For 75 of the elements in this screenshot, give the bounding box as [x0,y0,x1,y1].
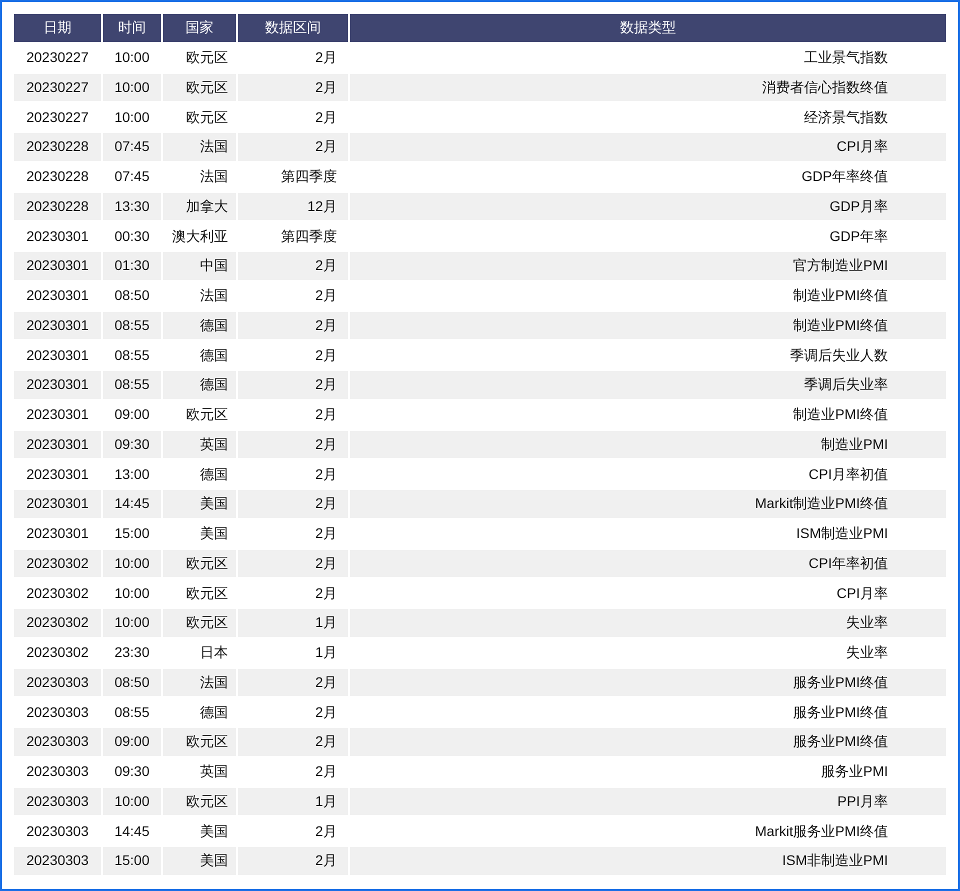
table-cell: 法国 [163,133,236,161]
column-header: 数据类型 [350,14,946,42]
table-cell: 中国 [163,252,236,280]
table-cell: 20230303 [14,728,101,756]
table-cell: 失业率 [350,609,946,637]
table-cell: 2月 [238,728,348,756]
table-cell: 2月 [238,74,348,102]
table-cell: 08:55 [103,312,161,340]
table-cell: 2月 [238,550,348,578]
table-cell: 2月 [238,371,348,399]
table-cell: 08:55 [103,371,161,399]
table-cell: 2月 [238,252,348,280]
table-cell: 欧元区 [163,788,236,816]
table-cell: 1月 [238,788,348,816]
table-cell: 12月 [238,192,348,220]
table-cell: 欧元区 [163,728,236,756]
table-cell: 20230302 [14,550,101,578]
table-cell: 10:00 [103,74,161,102]
table-cell: 欧元区 [163,550,236,578]
table-cell: 2月 [238,668,348,696]
table-cell: 10:00 [103,609,161,637]
table-cell: 09:00 [103,728,161,756]
column-header: 时间 [103,14,161,42]
table-cell: 季调后失业率 [350,371,946,399]
table-cell: 20230228 [14,133,101,161]
table-cell: 法国 [163,668,236,696]
table-cell: 英国 [163,430,236,458]
table-cell: 2月 [238,312,348,340]
table-cell: PPI月率 [350,788,946,816]
table-cell: 2月 [238,490,348,518]
table-cell: 2月 [238,430,348,458]
table-cell: ISM非制造业PMI [350,847,946,875]
table-cell: 2月 [238,847,348,875]
table-cell: 20230301 [14,312,101,340]
table-cell: 20230303 [14,668,101,696]
table-cell: 15:00 [103,847,161,875]
table-cell: 制造业PMI [350,430,946,458]
table-cell: 德国 [163,371,236,399]
table-cell: 20230301 [14,371,101,399]
table-cell: 消费者信心指数终值 [350,74,946,102]
table-cell: 欧元区 [163,609,236,637]
table-cell: 14:45 [103,490,161,518]
table-cell: 美国 [163,847,236,875]
table-cell: Markit制造业PMI终值 [350,490,946,518]
table-cell: 制造业PMI终值 [350,312,946,340]
column-header: 数据区间 [238,14,348,42]
column-header: 国家 [163,14,236,42]
table-cell: 20230227 [14,74,101,102]
table-cell: 德国 [163,312,236,340]
table-cell: 13:30 [103,192,161,220]
table-cell: 20230302 [14,609,101,637]
table-cell: 20230301 [14,430,101,458]
table-cell: 20230228 [14,192,101,220]
table-cell: 20230303 [14,847,101,875]
table-cell: 08:50 [103,668,161,696]
table-cell: 1月 [238,609,348,637]
table-cell: 官方制造业PMI [350,252,946,280]
table-cell: 服务业PMI终值 [350,668,946,696]
table-cell: 09:30 [103,430,161,458]
table-cell: 20230301 [14,252,101,280]
table-cell: CPI年率初值 [350,550,946,578]
table-cell: 20230303 [14,788,101,816]
table-cell: 欧元区 [163,74,236,102]
table-cell: CPI月率 [350,133,946,161]
table-cell: 10:00 [103,550,161,578]
table-cell: 20230301 [14,490,101,518]
table-cell: 美国 [163,490,236,518]
table-cell: GDP月率 [350,192,946,220]
table-cell: 07:45 [103,133,161,161]
table-cell: 10:00 [103,788,161,816]
table-cell: 加拿大 [163,192,236,220]
table-cell: 2月 [238,133,348,161]
table-cell: 服务业PMI终值 [350,728,946,756]
column-header: 日期 [14,14,101,42]
table-cell: 01:30 [103,252,161,280]
